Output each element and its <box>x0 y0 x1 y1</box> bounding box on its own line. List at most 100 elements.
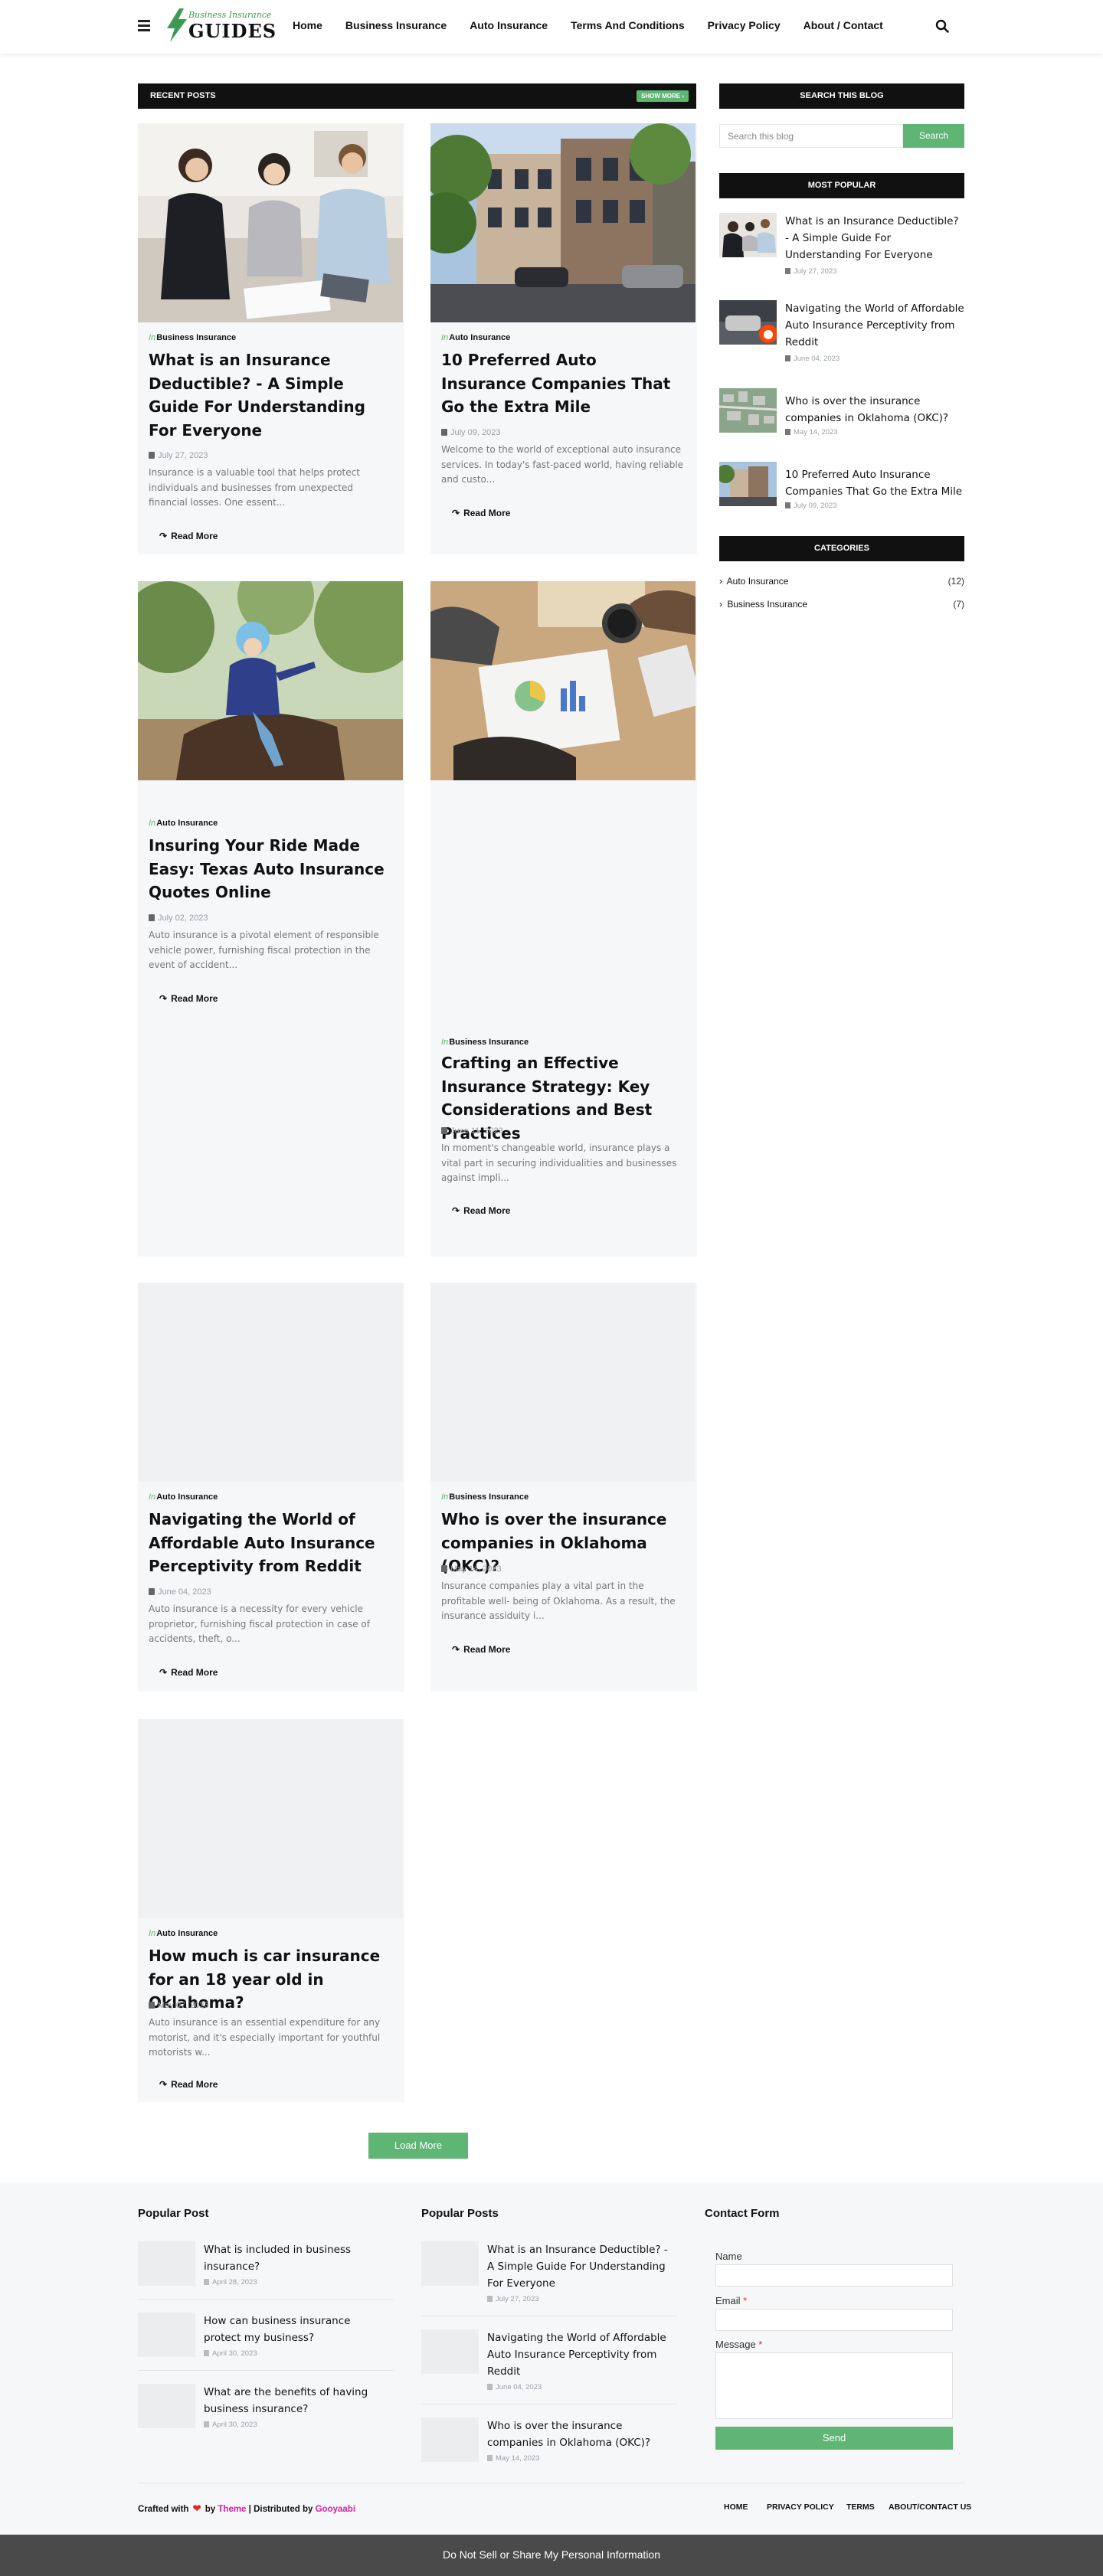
popular-title[interactable]: 10 Preferred Auto Insurance Companies Th… <box>785 466 964 500</box>
read-more-link[interactable]: Read More <box>159 2079 218 2090</box>
name-field[interactable] <box>715 2264 953 2287</box>
email-field[interactable] <box>715 2309 953 2331</box>
site-logo[interactable]: Business Insurance GUIDES <box>165 7 276 44</box>
post-thumbnail[interactable] <box>138 581 403 780</box>
popular-title[interactable]: Navigating the World of Affordable Auto … <box>785 300 964 351</box>
post-thumbnail[interactable] <box>430 581 696 780</box>
post-category[interactable]: InBusiness Insurance <box>149 333 236 342</box>
footer-link-home[interactable]: HOME <box>724 2502 748 2512</box>
post-title[interactable]: Navigating the World of Affordable Auto … <box>149 1508 392 1578</box>
nav-about-contact[interactable]: About / Contact <box>804 19 883 31</box>
post-card[interactable]: InBusiness Insurance What is an Insuranc… <box>138 123 404 554</box>
popular-item[interactable]: Navigating the World of Affordable Auto … <box>719 300 964 363</box>
recent-posts-heading: RECENT POSTS SHOW MORE › <box>138 83 696 109</box>
post-category[interactable]: InBusiness Insurance <box>441 1038 529 1047</box>
post-thumbnail[interactable] <box>138 1283 403 1482</box>
menu-icon[interactable] <box>138 20 150 31</box>
footer-link-about-contact[interactable]: ABOUT/CONTACT US <box>889 2502 971 2512</box>
footer-post-title[interactable]: How can business insurance protect my bu… <box>204 2313 388 2346</box>
post-category[interactable]: InAuto Insurance <box>149 1929 218 1938</box>
read-more-link[interactable]: Read More <box>452 1205 510 1216</box>
post-thumbnail[interactable] <box>430 1283 696 1482</box>
footer-post-thumbnail[interactable] <box>138 2313 195 2357</box>
footer-post-item[interactable]: What is an Insurance Deductible? - A Sim… <box>421 2241 677 2303</box>
popular-title[interactable]: Who is over the insurance companies in O… <box>785 393 964 427</box>
nav-auto-insurance[interactable]: Auto Insurance <box>470 19 548 31</box>
category-item-business-insurance[interactable]: Business Insurance (7) <box>719 599 964 610</box>
post-thumbnail[interactable] <box>430 123 696 322</box>
read-more-link[interactable]: Read More <box>159 993 218 1004</box>
read-more-link[interactable]: Read More <box>159 1667 218 1678</box>
category-label[interactable]: Business Insurance <box>727 599 807 610</box>
post-category[interactable]: InBusiness Insurance <box>441 1492 529 1502</box>
post-card[interactable]: InBusiness Insurance Who is over the ins… <box>430 1283 697 1692</box>
load-more-button[interactable]: Load More <box>368 2133 468 2159</box>
popular-item[interactable]: 10 Preferred Auto Insurance Companies Th… <box>719 462 964 515</box>
popular-thumbnail[interactable] <box>719 213 777 257</box>
category-name[interactable]: Business Insurance <box>156 333 236 342</box>
popular-thumbnail[interactable] <box>719 388 777 433</box>
category-name[interactable]: Auto Insurance <box>156 819 218 828</box>
theme-link[interactable]: Theme <box>218 2505 246 2514</box>
footer-link-terms[interactable]: TERMS <box>846 2502 875 2512</box>
post-category[interactable]: InAuto Insurance <box>149 819 218 828</box>
footer-post-thumbnail[interactable] <box>138 2384 195 2428</box>
post-card[interactable]: InAuto Insurance Insuring Your Ride Made… <box>138 581 404 1257</box>
post-category[interactable]: InAuto Insurance <box>441 333 510 342</box>
footer-post-item[interactable]: Who is over the insurance companies in O… <box>421 2417 677 2471</box>
post-title[interactable]: 10 Preferred Auto Insurance Companies Th… <box>441 348 685 419</box>
footer-post-thumbnail[interactable] <box>138 2241 195 2286</box>
post-card[interactable]: InBusiness Insurance Crafting an Effecti… <box>430 581 697 1257</box>
popular-date: July 09, 2023 <box>785 502 837 510</box>
post-thumbnail[interactable] <box>138 123 403 322</box>
footer-link-privacy-policy[interactable]: PRIVACY POLICY <box>767 2502 834 2512</box>
footer-post-thumbnail[interactable] <box>421 2329 479 2374</box>
message-field[interactable] <box>715 2352 953 2419</box>
footer-post-item[interactable]: What are the benefits of having business… <box>138 2384 394 2437</box>
search-input[interactable]: Search this blog <box>719 124 903 148</box>
read-more-link[interactable]: Read More <box>452 508 510 518</box>
category-name[interactable]: Auto Insurance <box>156 1492 218 1502</box>
popular-item[interactable]: Who is over the insurance companies in O… <box>719 388 964 442</box>
post-date: May 07, 2023 <box>149 2001 209 2010</box>
popular-item[interactable]: What is an Insurance Deductible? - A Sim… <box>719 213 964 276</box>
footer-post-item[interactable]: Navigating the World of Affordable Auto … <box>421 2329 677 2391</box>
post-title[interactable]: Insuring Your Ride Made Easy: Texas Auto… <box>149 834 392 904</box>
footer-post-title[interactable]: Who is over the insurance companies in O… <box>487 2417 671 2451</box>
post-card[interactable]: InAuto Insurance 10 Preferred Auto Insur… <box>430 123 697 554</box>
nav-home[interactable]: Home <box>293 19 322 31</box>
category-name[interactable]: Business Insurance <box>449 1038 529 1047</box>
category-item-auto-insurance[interactable]: Auto Insurance (12) <box>719 576 964 587</box>
nav-business-insurance[interactable]: Business Insurance <box>345 19 447 31</box>
footer-post-item[interactable]: How can business insurance protect my bu… <box>138 2313 394 2366</box>
post-card[interactable]: InAuto Insurance Navigating the World of… <box>138 1283 404 1692</box>
category-name[interactable]: Auto Insurance <box>156 1929 218 1938</box>
footer-post-title[interactable]: What is included in business insurance? <box>204 2241 388 2275</box>
popular-thumbnail[interactable] <box>719 462 777 506</box>
post-card[interactable]: InAuto Insurance How much is car insuran… <box>138 1719 404 2102</box>
post-thumbnail[interactable] <box>138 1719 403 1918</box>
category-name[interactable]: Auto Insurance <box>449 333 510 342</box>
footer-post-title[interactable]: What are the benefits of having business… <box>204 2384 388 2417</box>
post-title[interactable]: What is an Insurance Deductible? - A Sim… <box>149 348 392 442</box>
popular-thumbnail[interactable] <box>719 300 777 345</box>
do-not-sell-link[interactable]: Do Not Sell or Share My Personal Informa… <box>443 2548 660 2561</box>
footer-post-item[interactable]: What is included in business insurance? … <box>138 2241 394 2295</box>
gooyaabi-link[interactable]: Gooyaabi <box>316 2505 355 2514</box>
nav-privacy-policy[interactable]: Privacy Policy <box>708 19 781 31</box>
post-category[interactable]: InAuto Insurance <box>149 1492 218 1502</box>
search-button[interactable]: Search <box>903 124 964 148</box>
send-button[interactable]: Send <box>715 2427 953 2450</box>
read-more-link[interactable]: Read More <box>452 1644 510 1655</box>
search-icon[interactable] <box>935 19 949 33</box>
read-more-link[interactable]: Read More <box>159 531 218 541</box>
category-name[interactable]: Business Insurance <box>449 1492 529 1502</box>
footer-post-thumbnail[interactable] <box>421 2241 479 2286</box>
popular-title[interactable]: What is an Insurance Deductible? - A Sim… <box>785 213 964 263</box>
footer-post-title[interactable]: Navigating the World of Affordable Auto … <box>487 2329 671 2380</box>
nav-terms[interactable]: Terms And Conditions <box>571 19 685 31</box>
footer-post-thumbnail[interactable] <box>421 2417 479 2462</box>
footer-post-title[interactable]: What is an Insurance Deductible? - A Sim… <box>487 2241 671 2292</box>
category-label[interactable]: Auto Insurance <box>727 576 789 587</box>
show-more-button[interactable]: SHOW MORE › <box>637 90 689 102</box>
